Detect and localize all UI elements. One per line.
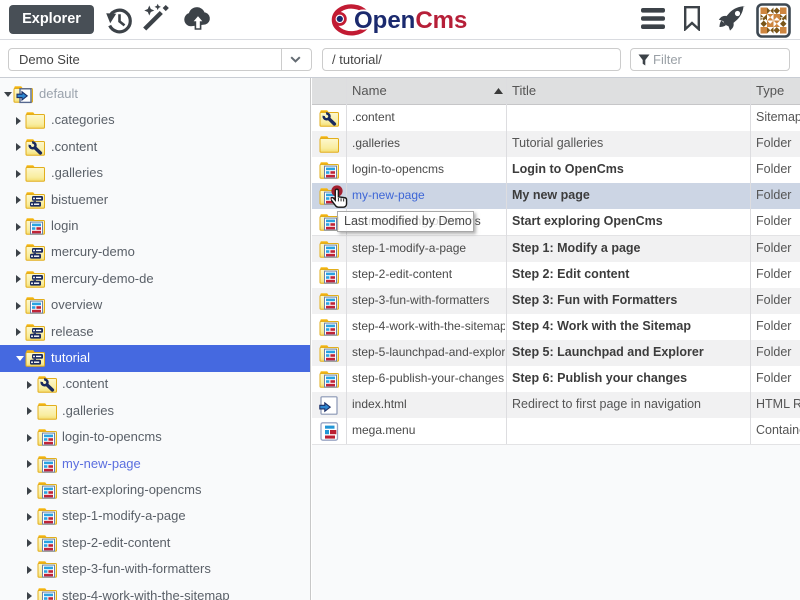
svg-text:OpenCms: OpenCms	[354, 7, 467, 34]
